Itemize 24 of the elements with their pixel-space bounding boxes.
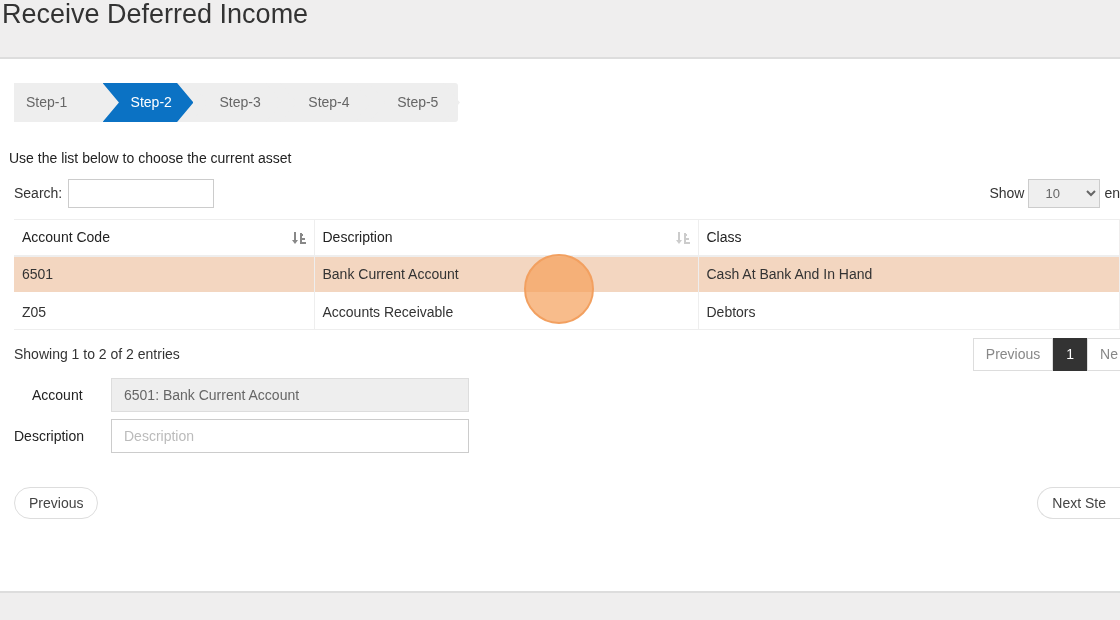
table-cell: Debtors xyxy=(698,291,1120,330)
table-cell: Z05 xyxy=(14,291,314,330)
page-button[interactable]: Previous xyxy=(972,338,1054,371)
page-button[interactable]: 1 xyxy=(1053,338,1088,371)
next-button[interactable]: Next Ste xyxy=(1037,487,1120,519)
entries-info: Showing 1 to 2 of 2 entries xyxy=(14,345,180,364)
column-header[interactable]: Class xyxy=(698,219,1120,256)
instruction-text: Use the list below to choose the current asset xyxy=(9,149,293,168)
field-label: Description xyxy=(14,426,86,446)
column-header[interactable]: Account Code xyxy=(14,219,314,256)
field-label: Account xyxy=(31,385,84,405)
search-label: Search: xyxy=(14,184,63,203)
previous-button[interactable]: Previous xyxy=(14,487,99,519)
step-tab[interactable]: Step-2 xyxy=(102,83,194,122)
input-field[interactable]: Description xyxy=(111,419,469,453)
entries-label: en xyxy=(1104,184,1120,203)
table-cell: 6501 xyxy=(14,255,314,292)
search-field[interactable] xyxy=(68,179,215,208)
column-header[interactable]: Description xyxy=(314,219,698,256)
entries-select[interactable]: 10 xyxy=(1028,179,1101,208)
page-button[interactable]: Ne xyxy=(1087,338,1120,371)
show-label: Show xyxy=(989,184,1025,203)
page-title: Receive Deferred Income xyxy=(2,0,309,30)
table-cell: Cash At Bank And In Hand xyxy=(698,255,1120,292)
